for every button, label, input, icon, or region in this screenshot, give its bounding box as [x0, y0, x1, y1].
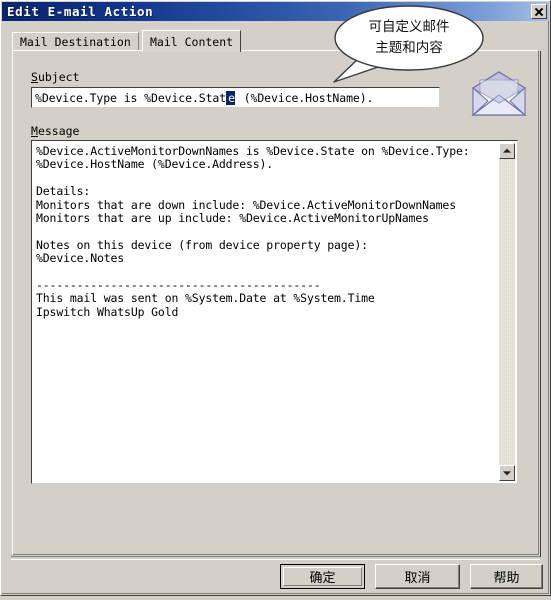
- tab-mail-destination-label: Mail Destination: [20, 35, 131, 49]
- subject-label-accel: S: [31, 70, 38, 84]
- tab-mail-content[interactable]: Mail Content: [142, 30, 242, 52]
- subject-text-after: (%Device.HostName).: [236, 90, 374, 105]
- close-icon[interactable]: [531, 4, 547, 19]
- button-bar-separator: [11, 556, 540, 560]
- window-title: Edit E-mail Action: [7, 4, 154, 19]
- subject-input-inner: %Device.Type is %Device.Stat e (%Device.H…: [33, 89, 438, 106]
- message-textarea-inner: %Device.ActiveMonitorDownNames is %Devic…: [33, 142, 516, 482]
- subject-input[interactable]: %Device.Type is %Device.Stat e (%Device.H…: [31, 87, 440, 108]
- scroll-down-arrow-icon[interactable]: [499, 465, 515, 481]
- callout-line-1: 可自定义邮件: [368, 19, 450, 35]
- message-vertical-scrollbar[interactable]: [499, 143, 515, 481]
- help-button-label: 帮助: [493, 571, 520, 586]
- subject-label: Subject: [31, 70, 79, 84]
- message-label-accel: M: [31, 124, 38, 138]
- callout-text: 可自定义邮件 主题和内容: [329, 4, 489, 72]
- help-button[interactable]: 帮助: [470, 564, 543, 589]
- screen: Edit E-mail Action Mail Destination Mail…: [0, 0, 551, 600]
- message-textarea[interactable]: %Device.ActiveMonitorDownNames is %Devic…: [31, 140, 518, 484]
- scroll-up-arrow-icon[interactable]: [499, 143, 515, 159]
- envelope-icon: [471, 71, 527, 117]
- subject-text-selected: e: [226, 90, 235, 105]
- tab-mail-content-label: Mail Content: [150, 34, 234, 49]
- ok-button[interactable]: 确定: [280, 564, 365, 589]
- subject-label-rest: ubject: [37, 70, 80, 84]
- subject-text-before: %Device.Type is %Device.Stat: [35, 90, 227, 105]
- message-label: Message: [31, 124, 79, 138]
- arrow-down-glyph: [503, 471, 511, 476]
- tab-mail-destination[interactable]: Mail Destination: [12, 32, 139, 51]
- arrow-up-glyph: [503, 148, 511, 153]
- ok-button-label: 确定: [309, 571, 336, 586]
- message-label-rest: essage: [37, 124, 80, 138]
- cancel-button-label: 取消: [404, 571, 431, 586]
- message-text: %Device.ActiveMonitorDownNames is %Devic…: [36, 144, 470, 319]
- callout-line-2: 主题和内容: [375, 40, 443, 56]
- cancel-button[interactable]: 取消: [375, 564, 460, 589]
